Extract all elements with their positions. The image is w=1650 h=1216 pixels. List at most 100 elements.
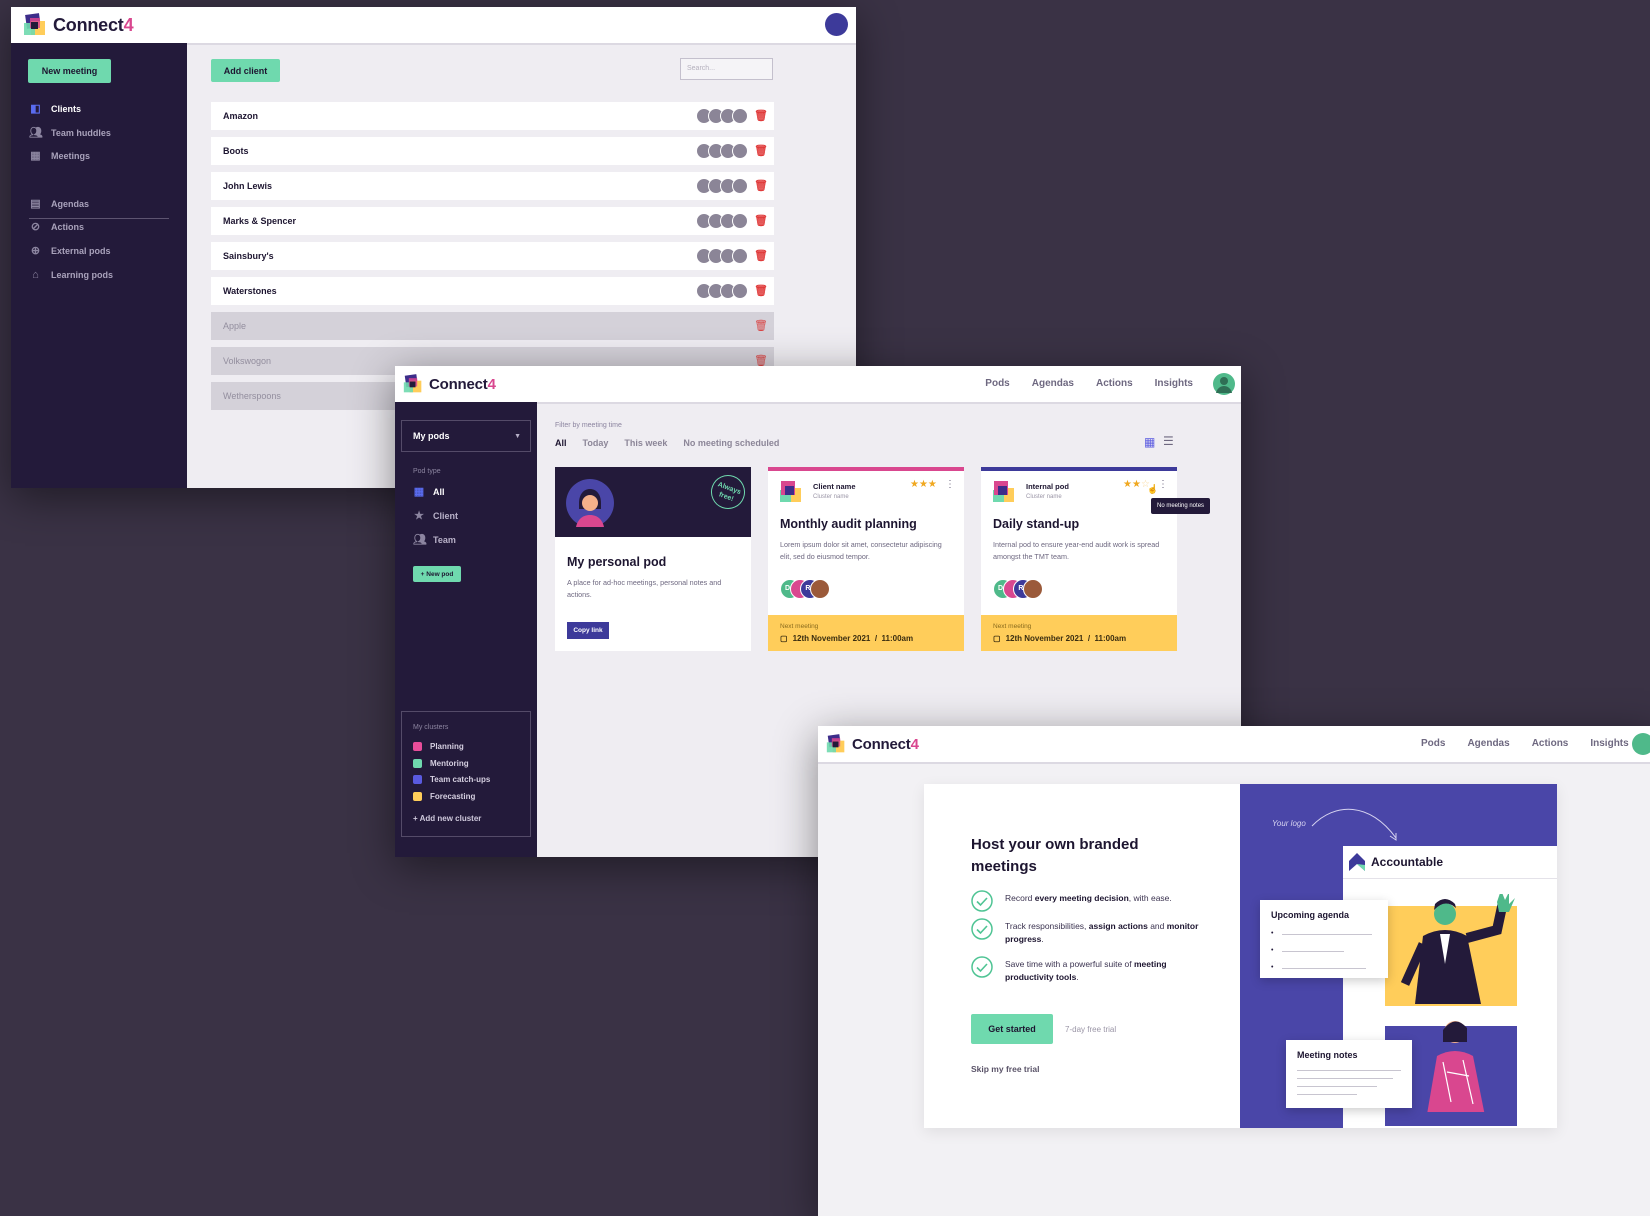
list-view-icon[interactable]: ☰ [1163,434,1174,448]
nav-actions[interactable]: Actions [1532,738,1569,749]
cluster-item[interactable]: Mentoring [413,758,469,768]
cluster-item[interactable]: Forecasting [413,791,475,801]
pod-type-label-text: Team [433,534,456,545]
grid-icon: ▦ [413,486,425,498]
user-avatar[interactable] [1632,733,1650,755]
table-row[interactable]: John Lewis 🗑︎ [211,172,774,200]
trash-icon[interactable]: 🗑︎ [754,214,768,228]
brand-logo[interactable]: Connect4 [403,374,496,394]
sidebar-item-label: Meetings [51,150,91,161]
sidebar-item-agendas[interactable]: ▤ Agendas [29,197,89,210]
tab-all[interactable]: All [555,438,567,448]
top-nav: Pods Agendas Actions Insights [1421,738,1629,749]
sidebar-item-learning-pods[interactable]: ⌂ Learning pods [29,269,113,281]
brand-logo[interactable]: Connect4 [23,13,134,37]
search-input[interactable]: Search... [680,58,773,80]
member-avatars [696,283,750,299]
add-cluster-link[interactable]: + Add new cluster [413,814,481,823]
pod-type-client[interactable]: ★ Client [413,509,458,522]
card-title: Daily stand-up [993,517,1080,531]
brand-name: Connect4 [429,375,496,393]
nav-actions[interactable]: Actions [1096,378,1133,389]
cluster-item[interactable]: Team catch-ups [413,775,490,784]
brand-logo[interactable]: Connect4 [826,734,919,754]
notes-line [1297,1078,1393,1079]
more-options-icon[interactable]: ⋮ [945,479,955,490]
client-name: Amazon [223,111,259,121]
trash-icon[interactable]: 🗑︎ [754,144,768,158]
my-clusters-panel: My clusters Planning Mentoring Team catch-… [401,711,531,837]
sidebar-item-actions[interactable]: ⊘ Actions [29,220,84,233]
client-name: Waterstones [223,286,277,296]
notes-line [1297,1086,1377,1087]
trash-icon[interactable]: 🗑︎ [754,319,768,333]
user-avatar[interactable] [825,13,848,36]
sidebar-item-label: Learning pods [51,270,114,280]
member-avatars [696,178,750,194]
skip-trial-link[interactable]: Skip my free trial [971,1064,1040,1074]
client-name: Sainsbury's [223,251,274,261]
tab-no-meeting[interactable]: No meeting scheduled [683,438,779,448]
my-pods-dropdown[interactable]: My pods ▼ [401,420,531,452]
trash-icon[interactable]: 🗑︎ [754,249,768,263]
tooltip: No meeting notes [1151,498,1211,514]
brand-name: Connect4 [852,735,919,753]
table-row[interactable]: Amazon 🗑︎ [211,102,774,130]
trash-icon[interactable]: 🗑︎ [754,179,768,193]
app-header: Connect4 Pods Agendas Actions Insights [818,726,1650,764]
cluster-swatch [413,758,422,768]
agenda-bullet: • [1271,930,1274,937]
nav-pods[interactable]: Pods [1421,738,1445,749]
personal-pod-card[interactable]: Always free! My personal pod A place for… [555,467,751,651]
connect4-logo-icon [403,374,422,393]
cursor-icon: ☝ [1147,484,1159,494]
tab-today[interactable]: Today [583,438,609,448]
nav-insights[interactable]: Insights [1155,378,1193,389]
sidebar-item-external-pods[interactable]: ⊕ External pods [29,244,111,257]
table-row[interactable]: Waterstones 🗑︎ [211,277,774,305]
get-started-button[interactable]: Get started [971,1014,1053,1044]
table-row[interactable]: Boots 🗑︎ [211,137,774,165]
more-options-icon[interactable]: ⋮ [1158,479,1168,490]
sidebar-item-meetings[interactable]: ▦ Meetings [29,149,90,162]
personal-pod-banner: Always free! [555,467,751,537]
your-logo-label: Your logo [1272,819,1306,828]
agenda-line [1282,934,1372,935]
copy-link-button[interactable]: Copy link [567,622,609,639]
arrow-icon [1311,808,1397,841]
upcoming-agenda-title: Upcoming agenda [1271,910,1350,920]
new-pod-button[interactable]: + New pod [413,566,461,582]
table-row[interactable]: Apple 🗑︎ [211,312,774,340]
new-meeting-button[interactable]: New meeting [28,59,111,83]
nav-insights[interactable]: Insights [1590,738,1628,749]
star-rating-icon[interactable]: ★★☆ [1123,479,1150,490]
pod-card[interactable]: Client name Cluster name ★★★ ⋮ Monthly audit… [768,467,964,651]
nav-agendas[interactable]: Agendas [1467,738,1509,749]
table-row[interactable]: Sainsbury's 🗑︎ [211,242,774,270]
user-avatar[interactable] [1213,373,1235,395]
institution-icon: ⌂ [32,269,39,281]
pod-type-all[interactable]: ▦ All [413,485,445,498]
tab-this-week[interactable]: This week [624,438,667,448]
trash-icon[interactable]: 🗑︎ [754,109,768,123]
agenda-bullet: • [1271,964,1274,971]
grid-view-icon[interactable]: ▦ [1144,435,1155,449]
filter-tabs: All Today This week No meeting scheduled [555,438,779,448]
feature-text: Save time with a powerful suite of meeti… [1005,959,1167,982]
card-description: A place for ad-hoc meetings, personal no… [567,578,722,599]
table-row[interactable]: Marks & Spencer 🗑︎ [211,207,774,235]
pod-type-team[interactable]: 👥︎ Team [413,533,456,546]
member-avatars [696,143,750,159]
cluster-item[interactable]: Planning [413,742,464,751]
sidebar-item-team-huddles[interactable]: 👥︎ Team huddles [29,126,111,139]
sidebar-item-label: External pods [51,245,111,256]
star-rating-icon[interactable]: ★★★ [910,479,937,490]
nav-pods[interactable]: Pods [985,378,1009,389]
nav-agendas[interactable]: Agendas [1032,378,1074,389]
sidebar-item-clients[interactable]: ◧ Clients [29,102,81,115]
feature-text: Track responsibilities, assign actions a… [1005,921,1199,944]
people-icon: 👥︎ [29,127,43,139]
waving-man-icon [1400,894,1515,1004]
trash-icon[interactable]: 🗑︎ [754,284,768,298]
add-client-button[interactable]: Add client [211,59,280,82]
